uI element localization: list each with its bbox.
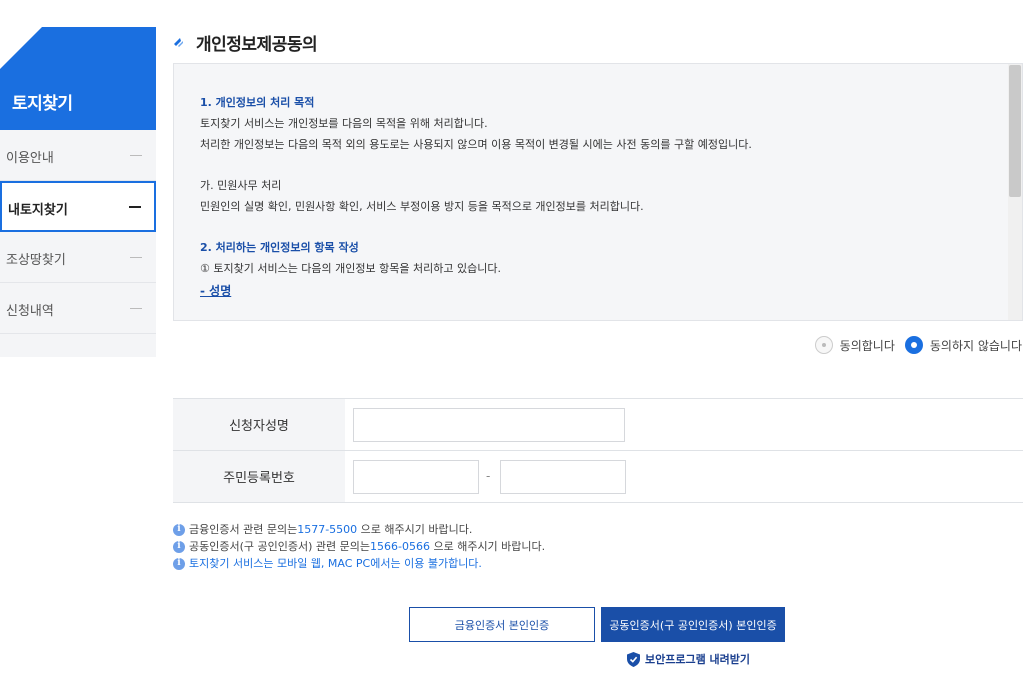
form-row-name: 신청자성명 [173,399,1023,451]
rrn-separator: - [486,469,491,483]
joint-cert-auth-button[interactable]: 공동인증서(구 공인인증서) 본인인증 [601,607,785,642]
sidebar-item-label: 이용안내 [6,151,54,166]
phone-number: 1566-0566 [370,540,430,553]
sidebar-title: 토지찾기 [12,94,73,114]
sidebar-item-label: 신청내역 [6,304,54,319]
shield-check-icon [627,651,640,667]
notice-joint-cert: i 공동인증서(구 공인인증서) 관련 문의는 1566-0566 으로 해주시… [173,538,545,555]
rrn-back-input[interactable] [500,460,626,494]
info-icon: i [173,557,185,570]
expand-dash-icon [130,308,142,309]
rrn-field-label: 주민등록번호 [173,451,345,502]
agree-radio[interactable]: 동의합니다 [814,336,895,354]
sidebar-item-usage-guide[interactable]: 이용안내 [0,130,156,181]
agree-label: 동의합니다 [839,338,895,353]
terms-scrollbar[interactable] [1008,64,1022,320]
expand-dash-icon [130,155,142,156]
sidebar-item-label: 내토지찾기 [8,203,68,218]
name-field-label: 신청자성명 [173,399,345,450]
section-bullet-icon [172,35,186,49]
form-row-rrn: 주민등록번호 - [173,451,1023,503]
notice-list: i 금융인증서 관련 문의는 1577-5500 으로 해주시기 바랍니다. i… [173,521,545,572]
terms-content: 1. 개인정보의 처리 목적 토지찾기 서비스는 개인정보를 다음의 목적을 위… [200,92,990,303]
notice-text: 금융인증서 관련 문의는 [189,523,298,536]
form-cell: - [345,451,1023,502]
phone-number: 1577-5500 [297,523,358,536]
sidebar-item-application-history[interactable]: 신청내역 [0,283,156,334]
applicant-form: 신청자성명 주민등록번호 - [173,398,1023,503]
info-icon: i [173,540,185,553]
disagree-radio[interactable]: 동의하지 않습니다 [904,336,1022,354]
sidebar: 토지찾기 이용안내 내토지찾기 조상땅찾기 신청내역 [0,0,156,357]
radio-unchecked-icon[interactable] [814,336,833,354]
terms-text: 처리한 개인정보는 다음의 목적 외의 용도로는 사용되지 않으며 이용 목적이… [200,138,752,151]
privacy-terms-box[interactable]: 1. 개인정보의 처리 목적 토지찾기 서비스는 개인정보를 다음의 목적을 위… [173,63,1023,321]
page-title: 개인정보제공동의 [196,34,318,55]
security-program-download-link[interactable]: 보안프로그램 내려받기 [627,651,750,667]
notice-financial-cert: i 금융인증서 관련 문의는 1577-5500 으로 해주시기 바랍니다. [173,521,545,538]
disagree-label: 동의하지 않습니다 [929,338,1022,353]
terms-text: 토지찾기 서비스는 개인정보를 다음의 목적을 위해 처리합니다. [200,117,488,130]
terms-scrollbar-thumb[interactable] [1009,65,1021,197]
notice-text: 공동인증서(구 공인인증서) 관련 문의는 [189,540,370,553]
download-label: 보안프로그램 내려받기 [645,653,751,666]
terms-text: ① 토지찾기 서비스는 다음의 개인정보 항목을 처리하고 있습니다. [200,262,501,275]
radio-checked-icon[interactable] [904,336,923,354]
consent-radio-group: 동의합니다 동의하지 않습니다 [805,336,1022,354]
terms-subsection-title: 가. 민원사무 처리 [200,179,282,192]
expand-dash-icon [130,257,142,258]
sidebar-item-my-land[interactable]: 내토지찾기 [0,181,156,232]
rrn-front-input[interactable] [353,460,479,494]
notice-text: 으로 해주시기 바랍니다. [357,523,473,536]
notice-text: 토지찾기 서비스는 모바일 웹, MAC PC에서는 이용 불가합니다. [189,557,482,570]
notice-unsupported-platforms: i 토지찾기 서비스는 모바일 웹, MAC PC에서는 이용 불가합니다. [173,555,545,572]
notice-text: 으로 해주시기 바랍니다. [429,540,546,553]
financial-cert-auth-button[interactable]: 금융인증서 본인인증 [409,607,595,642]
terms-section-2-title: 2. 처리하는 개인정보의 항목 작성 [200,241,359,254]
form-cell [345,399,1023,450]
sidebar-item-ancestor-land[interactable]: 조상땅찾기 [0,232,156,283]
expand-dash-icon [129,206,141,208]
terms-section-1-title: 1. 개인정보의 처리 목적 [200,96,315,109]
section-heading: 개인정보제공동의 [172,30,318,55]
terms-text: 민원인의 실명 확인, 민원사항 확인, 서비스 부정이용 방지 등을 목적으로… [200,200,644,213]
side-menu: 이용안내 내토지찾기 조상땅찾기 신청내역 [0,130,156,334]
sidebar-item-label: 조상땅찾기 [6,253,66,268]
applicant-name-input[interactable] [353,408,625,442]
info-icon: i [173,523,185,536]
terms-item-name-link[interactable]: - 성명 [200,279,990,303]
